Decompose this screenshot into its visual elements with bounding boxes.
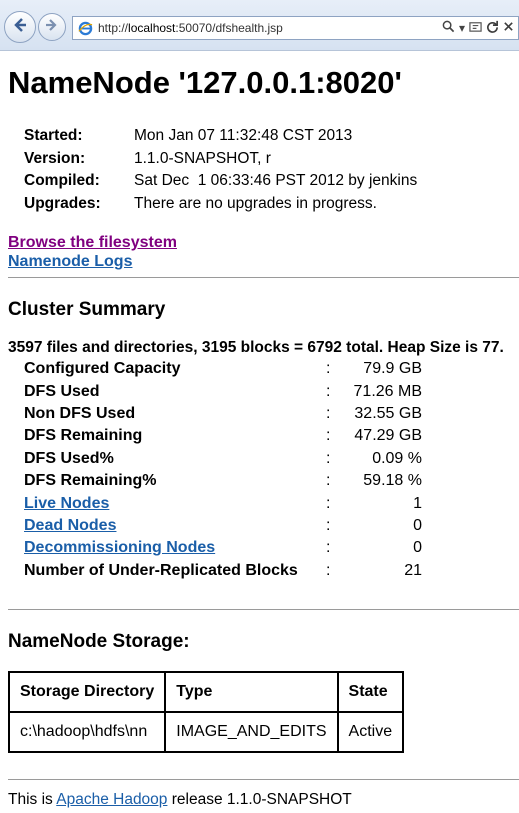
- separator-colon: :: [326, 472, 331, 490]
- table-row: Decommissioning Nodes : 0: [24, 537, 422, 559]
- storage-table: Storage Directory Type State c:\hadoop\h…: [7, 671, 405, 753]
- column-header: Storage Directory: [7, 671, 167, 713]
- info-label: Upgrades:: [24, 194, 101, 212]
- divider: [8, 277, 519, 278]
- info-row-started: Started: Mon Jan 07 11:32:48 CST 2013: [24, 125, 417, 148]
- stop-icon[interactable]: [503, 21, 514, 35]
- separator-colon: :: [326, 516, 331, 534]
- back-arrow-icon: [11, 16, 29, 39]
- info-row-upgrades: Upgrades: There are no upgrades in progr…: [24, 193, 417, 216]
- info-label: Version:: [24, 149, 86, 167]
- row-label: Non DFS Used: [24, 404, 136, 422]
- info-row-compiled: Compiled: Sat Dec 1 06:33:46 PST 2012 by…: [24, 170, 417, 193]
- row-label: DFS Remaining: [24, 427, 143, 445]
- row-value: 0: [413, 516, 422, 534]
- refresh-icon[interactable]: [486, 20, 499, 36]
- table-cell: IMAGE_AND_EDITS: [164, 711, 339, 753]
- row-label: Number of Under-Replicated Blocks: [24, 561, 298, 579]
- row-value: 1: [413, 494, 422, 512]
- footer: This is Apache Hadoop release 1.1.0-SNAP…: [8, 791, 352, 809]
- forward-button[interactable]: [38, 13, 66, 41]
- table-row: Non DFS Used : 32.55 GB: [24, 403, 422, 425]
- row-value: 79.9 GB: [363, 360, 422, 378]
- table-row: DFS Remaining% : 59.18 %: [24, 470, 422, 492]
- info-value: Mon Jan 07 11:32:48 CST 2013: [134, 127, 353, 145]
- forward-arrow-icon: [44, 17, 60, 38]
- cluster-summary-heading: Cluster Summary: [8, 299, 166, 320]
- live-nodes-cell: Live Nodes: [24, 492, 322, 514]
- separator-colon: :: [326, 360, 331, 378]
- row-value: 0.09 %: [372, 449, 422, 467]
- table-cell: c:\hadoop\hdfs\nn: [7, 711, 167, 753]
- search-icon[interactable]: [442, 20, 455, 36]
- table-row: Live Nodes : 1: [24, 492, 422, 514]
- table-row: Configured Capacity : 79.9 GB: [24, 358, 422, 380]
- apache-hadoop-link[interactable]: Apache Hadoop: [56, 791, 167, 808]
- row-value: 59.18 %: [363, 472, 422, 490]
- table-cell: Active: [336, 711, 405, 753]
- dropdown-icon[interactable]: ▾: [459, 21, 465, 35]
- divider: [8, 779, 519, 780]
- cluster-summary-table: Configured Capacity : 79.9 GB DFS Used :…: [24, 358, 422, 582]
- live-nodes-link[interactable]: Live Nodes: [24, 495, 109, 512]
- url-text[interactable]: http://localhost:50070/dfshealth.jsp: [98, 21, 442, 35]
- table-row: DFS Remaining : 47.29 GB: [24, 425, 422, 447]
- decommissioning-nodes-cell: Decommissioning Nodes: [24, 537, 322, 559]
- page-title: NameNode '127.0.0.1:8020': [8, 65, 402, 100]
- table-row: Number of Under-Replicated Blocks : 21: [24, 560, 422, 582]
- row-label: DFS Remaining%: [24, 472, 157, 490]
- cluster-summary-line: 3597 files and directories, 3195 blocks …: [8, 339, 504, 356]
- separator-colon: :: [326, 449, 331, 467]
- divider: [8, 609, 519, 610]
- nav-links: Browse the filesystem Namenode Logs: [8, 233, 177, 271]
- footer-prefix: This is: [8, 791, 53, 808]
- info-value: 1.1.0-SNAPSHOT, r: [134, 149, 271, 167]
- row-value: 0: [413, 539, 422, 557]
- compatibility-icon[interactable]: [469, 20, 482, 36]
- table-row: DFS Used : 71.26 MB: [24, 380, 422, 402]
- row-label: DFS Used%: [24, 449, 114, 467]
- separator-colon: :: [326, 539, 331, 557]
- table-row: Dead Nodes : 0: [24, 515, 422, 537]
- back-button[interactable]: [4, 11, 36, 43]
- separator-colon: :: [326, 494, 331, 512]
- row-value: 71.26 MB: [353, 382, 422, 400]
- row-value: 21: [404, 561, 422, 579]
- separator-colon: :: [326, 561, 331, 579]
- table-row: c:\hadoop\hdfs\nn IMAGE_AND_EDITS Active: [7, 711, 405, 753]
- url-rest: :50070/dfshealth.jsp: [175, 21, 283, 35]
- column-header: Type: [164, 671, 339, 713]
- footer-suffix: release 1.1.0-SNAPSHOT: [171, 791, 352, 808]
- separator-colon: :: [326, 427, 331, 445]
- decommissioning-nodes-link[interactable]: Decommissioning Nodes: [24, 539, 215, 556]
- dead-nodes-link[interactable]: Dead Nodes: [24, 517, 116, 534]
- info-value: Sat Dec 1 06:33:46 PST 2012 by jenkins: [134, 172, 418, 190]
- namenode-info-table: Started: Mon Jan 07 11:32:48 CST 2013 Ve…: [24, 125, 417, 215]
- info-row-version: Version: 1.1.0-SNAPSHOT, r: [24, 148, 417, 171]
- browse-filesystem-link[interactable]: Browse the filesystem: [8, 233, 177, 252]
- row-label: Configured Capacity: [24, 360, 181, 378]
- row-value: 47.29 GB: [354, 427, 422, 445]
- url-prefix: http://: [98, 21, 129, 35]
- column-header: State: [336, 671, 405, 713]
- row-value: 32.55 GB: [354, 404, 422, 422]
- address-icons: ▾: [442, 20, 514, 36]
- dead-nodes-cell: Dead Nodes: [24, 515, 322, 537]
- namenode-storage-heading: NameNode Storage:: [8, 631, 190, 652]
- table-header-row: Storage Directory Type State: [7, 671, 405, 713]
- row-label: DFS Used: [24, 382, 100, 400]
- ie-page-icon: [77, 20, 93, 36]
- namenode-logs-link[interactable]: Namenode Logs: [8, 252, 177, 271]
- separator-colon: :: [326, 382, 331, 400]
- info-label: Compiled:: [24, 172, 100, 190]
- info-value: There are no upgrades in progress.: [134, 194, 377, 212]
- url-host: localhost: [128, 21, 176, 35]
- info-label: Started:: [24, 127, 83, 145]
- address-bar[interactable]: http://localhost:50070/dfshealth.jsp ▾: [72, 16, 519, 40]
- table-row: DFS Used% : 0.09 %: [24, 448, 422, 470]
- browser-toolbar: http://localhost:50070/dfshealth.jsp ▾: [0, 0, 519, 51]
- separator-colon: :: [326, 404, 331, 422]
